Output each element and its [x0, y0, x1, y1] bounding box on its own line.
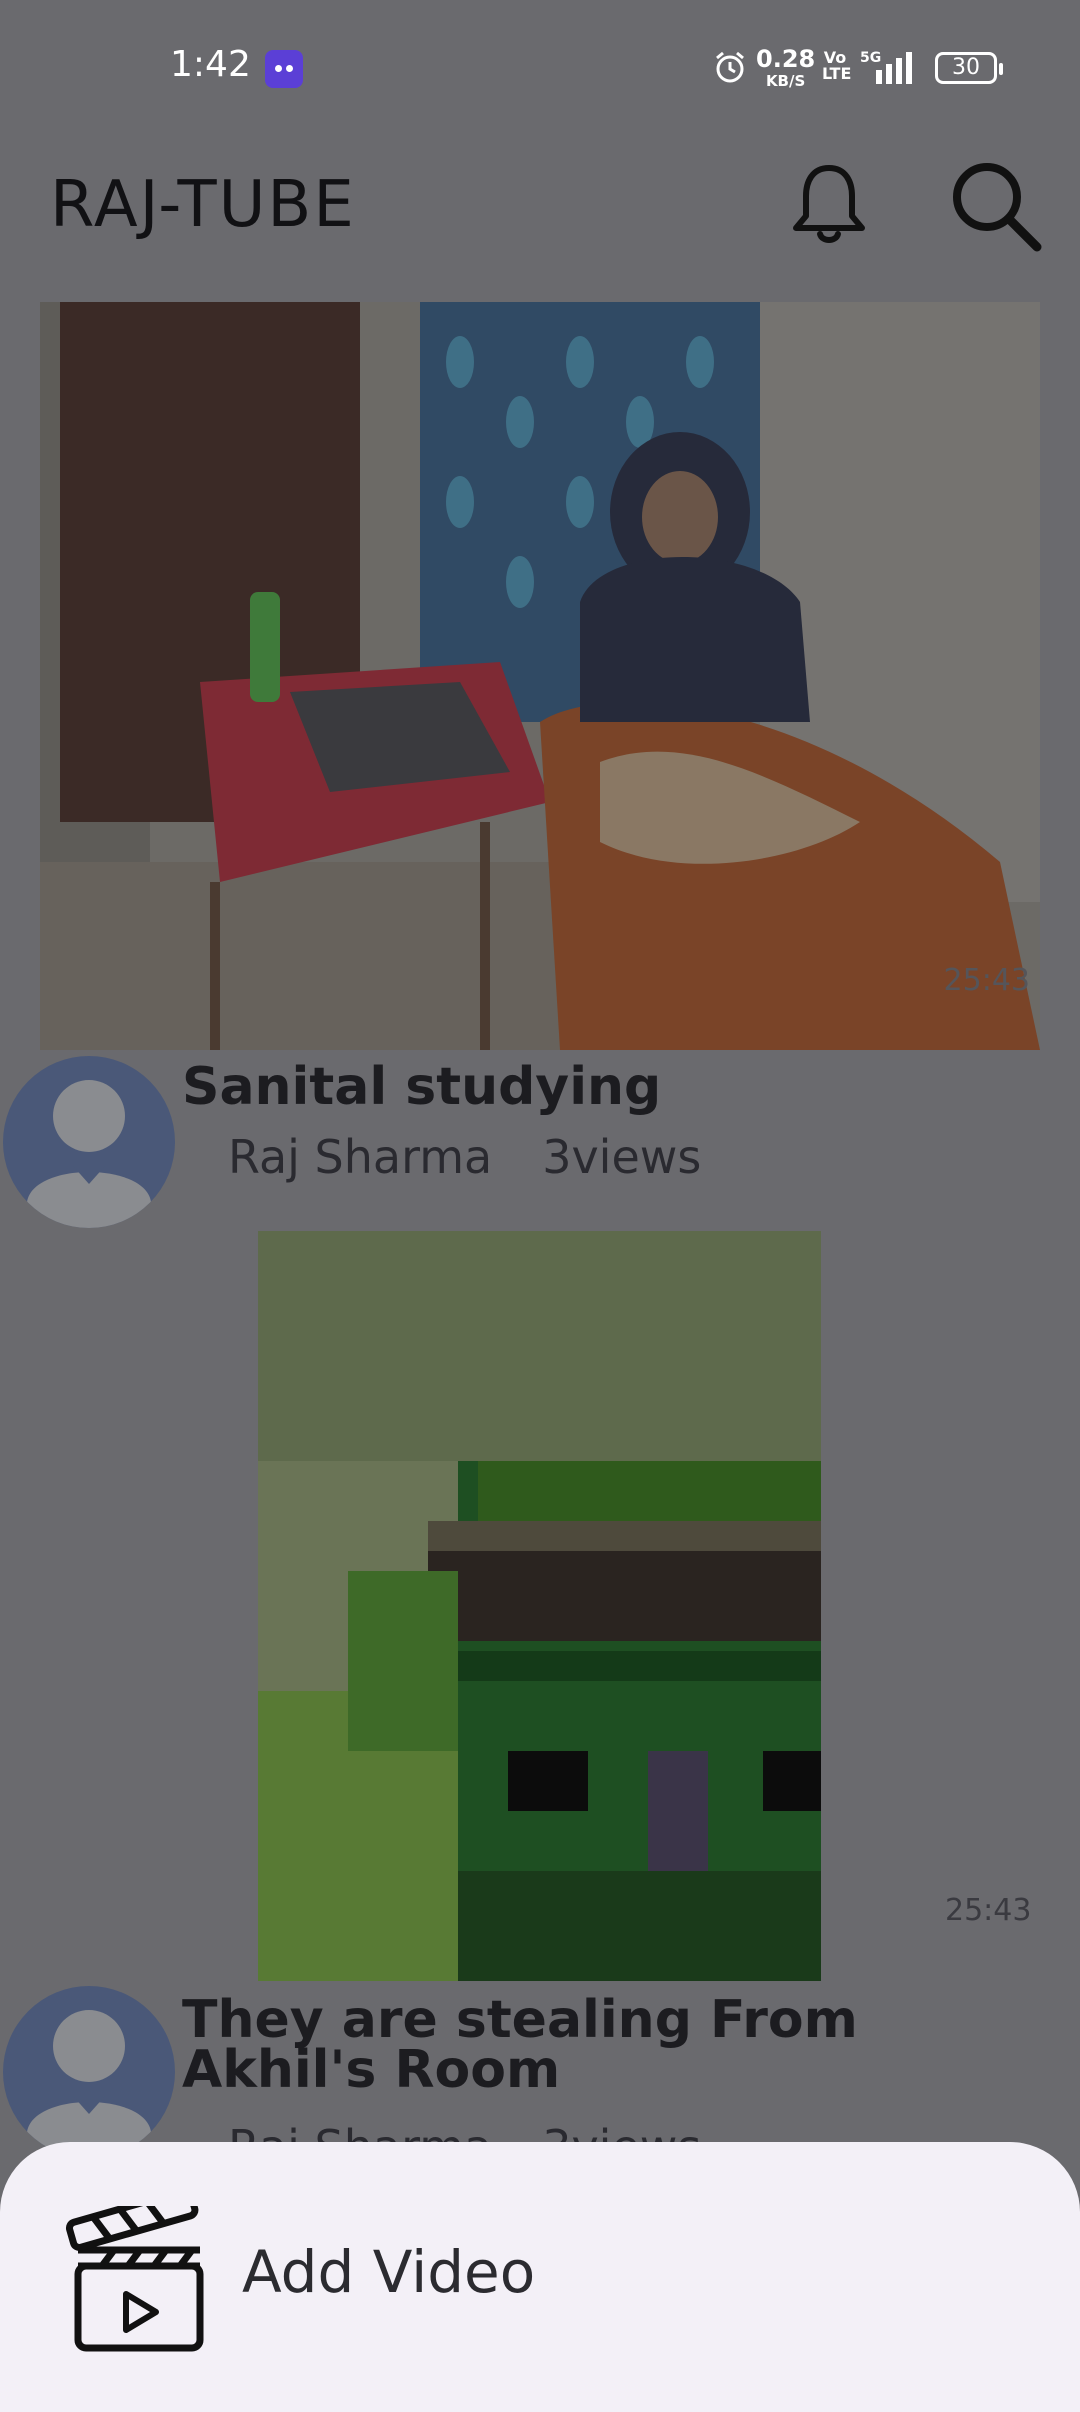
status-time: 1:42 — [170, 44, 251, 85]
video-meta: Raj Sharma 3views — [228, 1130, 751, 1184]
channel-avatar[interactable] — [3, 1986, 175, 2158]
alarm-icon — [716, 51, 744, 83]
clapperboard-icon[interactable] — [64, 2206, 214, 2356]
channel-name[interactable]: Raj Sharma — [228, 1130, 492, 1184]
data-speed: 0.28 KB/S — [756, 45, 816, 92]
video-thumbnail[interactable] — [258, 1231, 821, 1981]
view-count: 3views — [542, 1130, 702, 1184]
video-duration: 25:43 — [945, 1893, 1032, 1928]
default-user-icon — [27, 1080, 151, 1228]
thumbnail-image-pixel-art — [258, 1231, 821, 1981]
add-video-label[interactable]: Add Video — [242, 2238, 535, 2306]
video-title[interactable]: Sanital studying — [182, 1061, 1042, 1113]
signal-strength-icon: 5G — [860, 50, 912, 84]
game-controller-icon — [265, 50, 303, 88]
video-duration: 25:43 — [943, 963, 1030, 998]
channel-avatar[interactable] — [3, 1056, 175, 1228]
thumbnail-image-room — [40, 302, 1040, 1050]
add-video-sheet: Add Video — [0, 2142, 1080, 2412]
search-icon[interactable] — [945, 155, 1045, 255]
bell-icon[interactable] — [784, 158, 874, 248]
status-bar: 1:42 0.28 KB/S Vo LTE 5G 30 — [0, 0, 1080, 130]
video-thumbnail[interactable]: 25:43 — [40, 302, 1040, 1050]
data-speed-unit: KB/S — [765, 72, 806, 90]
video-title[interactable]: They are stealing From Akhil's Room — [182, 1994, 1042, 2096]
app-title: RAJ-TUBE — [50, 168, 356, 242]
default-user-icon — [27, 2010, 151, 2158]
network-type: 5G — [860, 50, 881, 66]
volte-indicator: Vo LTE — [822, 48, 852, 83]
battery-indicator: 30 — [935, 52, 1003, 84]
data-speed-value: 0.28 — [756, 45, 816, 73]
